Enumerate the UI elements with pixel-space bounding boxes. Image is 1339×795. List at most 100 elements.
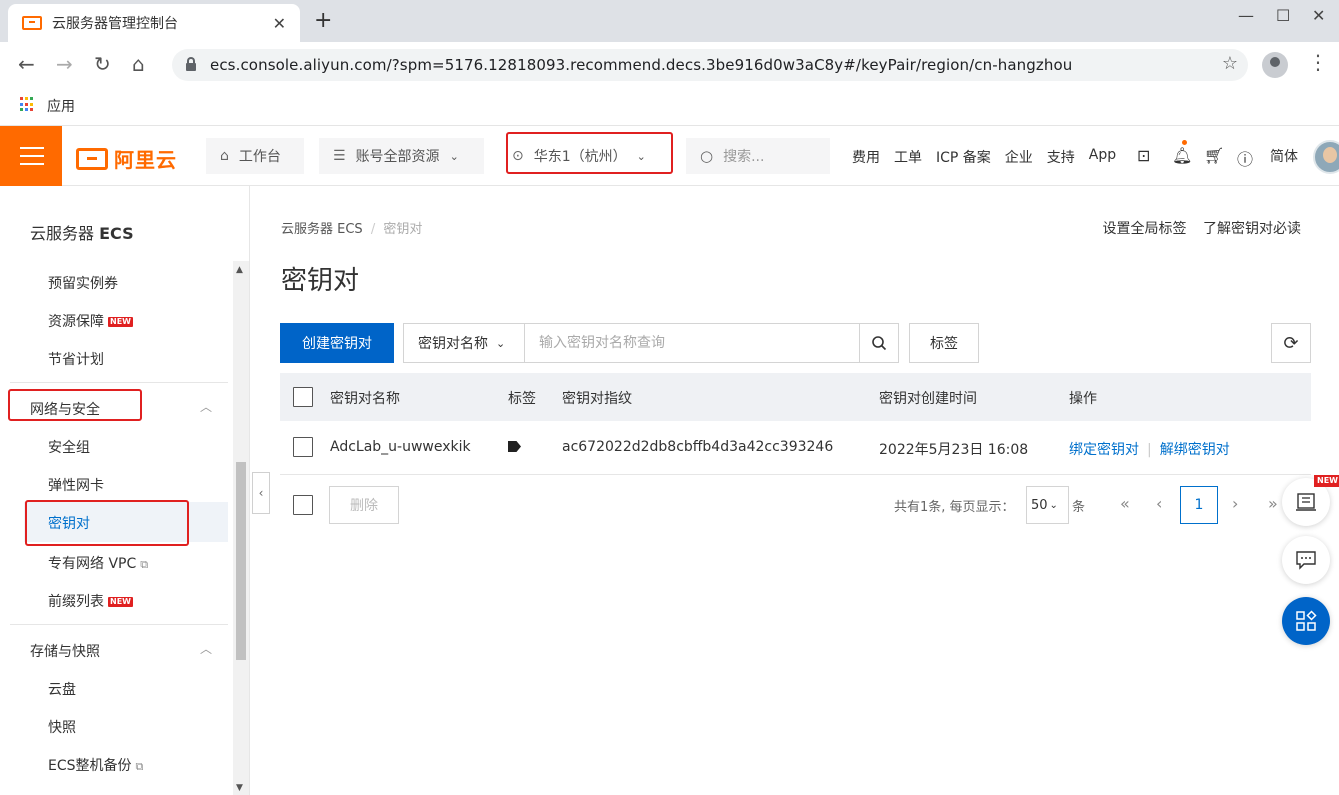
language-switch[interactable]: 简体 xyxy=(1270,146,1298,166)
browser-menu-icon[interactable]: ⋮ xyxy=(1308,50,1328,74)
external-link-icon: ⧉ xyxy=(140,558,149,571)
user-avatar[interactable] xyxy=(1313,140,1339,174)
search-button[interactable] xyxy=(859,323,899,363)
select-all-checkbox[interactable] xyxy=(293,387,313,407)
sidebar-title-bold: ECS xyxy=(99,224,134,243)
apps-grid-icon[interactable] xyxy=(20,97,35,112)
page-top-links: 设置全局标签 了解密钥对必读 xyxy=(1091,218,1301,238)
scroll-up-icon[interactable]: ▲ xyxy=(236,265,243,275)
tab-title: 云服务器管理控制台 xyxy=(52,16,178,32)
nav-link-app[interactable]: App xyxy=(1089,147,1116,167)
breadcrumb-root[interactable]: 云服务器 ECS xyxy=(281,222,363,237)
chevron-up-icon[interactable]: ︿ xyxy=(200,398,212,415)
aliyun-logo[interactable]: 阿里云 xyxy=(76,144,177,173)
browser-tab[interactable]: 云服务器管理控制台 ✕ xyxy=(8,4,300,42)
action-separator: | xyxy=(1147,442,1152,458)
key-pair-name: AdcLab_u-uwwexkik xyxy=(330,439,471,455)
home-icon[interactable]: ⌂ xyxy=(132,52,145,76)
bookmarks-bar: 应用 xyxy=(0,88,1339,126)
float-apps-button[interactable] xyxy=(1282,597,1330,645)
sidebar-item-disk[interactable]: 云盘 xyxy=(48,679,76,699)
chevron-down-icon: ⌄ xyxy=(496,336,506,350)
reload-icon[interactable]: ↻ xyxy=(94,52,111,76)
page-size-value: 50 xyxy=(1031,497,1048,513)
cart-icon[interactable]: 🛒︎ xyxy=(1204,146,1224,165)
nav-link-ticket[interactable]: 工单 xyxy=(894,147,922,167)
column-header-fingerprint: 密钥对指纹 xyxy=(562,391,632,407)
tag-filter-button[interactable]: 标签 xyxy=(909,323,979,363)
bind-key-pair-link[interactable]: 绑定密钥对 xyxy=(1069,442,1139,458)
sidebar-group-storage[interactable]: 存储与快照 xyxy=(30,641,100,661)
table-footer: 删除 共有1条, 每页显示： 50 ⌄ 条 « ‹ 1 › » xyxy=(280,475,1311,535)
prev-page-icon[interactable]: ‹ xyxy=(1156,494,1162,513)
chevron-up-icon[interactable]: ︿ xyxy=(200,640,212,657)
pagination-unit: 条 xyxy=(1072,500,1086,515)
nav-link-enterprise[interactable]: 企业 xyxy=(1005,147,1033,167)
search-field-select[interactable]: 密钥对名称 ⌄ xyxy=(403,323,525,363)
search-field-label: 密钥对名称 xyxy=(418,336,488,352)
minimize-icon[interactable]: — xyxy=(1238,6,1254,25)
global-search-input[interactable]: ○ 搜索... xyxy=(686,138,830,174)
notification-bell-icon[interactable]: 🔔︎ xyxy=(1172,146,1192,165)
resource-group-select[interactable]: ☰ 账号全部资源 ⌄ xyxy=(319,138,484,174)
sidebar-item-ecs-backup[interactable]: ECS整机备份 ⧉ xyxy=(48,755,143,775)
key-pair-search-input[interactable] xyxy=(524,323,860,363)
bookmark-star-icon[interactable]: ☆ xyxy=(1222,53,1238,74)
tag-icon[interactable] xyxy=(508,441,521,452)
hamburger-menu-icon[interactable] xyxy=(0,126,62,186)
page-size-select[interactable]: 50 ⌄ xyxy=(1026,486,1069,524)
nav-link-fee[interactable]: 费用 xyxy=(852,147,880,167)
nav-link-support[interactable]: 支持 xyxy=(1047,147,1075,167)
next-page-icon[interactable]: › xyxy=(1232,494,1238,513)
scroll-down-icon[interactable]: ▼ xyxy=(236,783,243,793)
float-feedback-button[interactable] xyxy=(1282,536,1330,584)
delete-button[interactable]: 删除 xyxy=(329,486,399,524)
first-page-icon[interactable]: « xyxy=(1120,494,1130,513)
network-security-highlight xyxy=(8,389,142,421)
aliyun-favicon-icon xyxy=(22,16,42,30)
cloud-shell-icon[interactable]: ⊡ xyxy=(1137,146,1150,165)
aliyun-logo-icon xyxy=(76,147,108,170)
maximize-icon[interactable]: ☐ xyxy=(1276,6,1290,25)
apps-bookmark[interactable]: 应用 xyxy=(47,96,75,116)
profile-icon[interactable] xyxy=(1262,52,1288,78)
back-icon[interactable]: ← xyxy=(18,52,35,76)
sidebar-item-label: 资源保障 xyxy=(48,314,104,330)
top-links: 费用 工单 ICP 备案 企业 支持 App xyxy=(852,147,1130,167)
sidebar-scroll-thumb[interactable] xyxy=(236,462,246,660)
key-pair-guide-link[interactable]: 了解密钥对必读 xyxy=(1203,221,1301,237)
lock-icon[interactable] xyxy=(186,57,196,71)
window-close-icon[interactable]: ✕ xyxy=(1312,6,1325,25)
nav-link-icp[interactable]: ICP 备案 xyxy=(936,147,991,167)
unbind-key-pair-link[interactable]: 解绑密钥对 xyxy=(1160,442,1230,458)
sidebar-item-snapshot[interactable]: 快照 xyxy=(48,717,76,737)
sidebar-item-eni[interactable]: 弹性网卡 xyxy=(48,475,104,495)
sidebar-item-resource-guarantee[interactable]: 资源保障 NEW xyxy=(48,311,133,331)
new-badge: NEW xyxy=(108,597,133,607)
sidebar-item-security-group[interactable]: 安全组 xyxy=(48,437,90,457)
url-text[interactable]: ecs.console.aliyun.com/?spm=5176.1281809… xyxy=(210,56,1072,74)
refresh-icon[interactable]: ⟳ xyxy=(1271,323,1311,363)
external-link-icon: ⧉ xyxy=(135,760,144,773)
tab-close-icon[interactable]: ✕ xyxy=(273,14,286,33)
breadcrumb: 云服务器 ECS / 密钥对 xyxy=(281,218,422,237)
sidebar-collapse-icon[interactable]: ‹ xyxy=(252,472,270,514)
sidebar-item-vpc[interactable]: 专有网络 VPC ⧉ xyxy=(48,553,148,573)
global-tag-link[interactable]: 设置全局标签 xyxy=(1103,221,1187,237)
forward-icon[interactable]: → xyxy=(56,52,73,76)
help-icon[interactable]: ⓘ xyxy=(1237,146,1253,170)
sidebar-item-prefix-list[interactable]: 前缀列表 NEW xyxy=(48,591,133,611)
workbench-label: 工作台 xyxy=(238,149,281,165)
create-key-pair-button[interactable]: 创建密钥对 xyxy=(280,323,394,363)
workbench-button[interactable]: ⌂ 工作台 xyxy=(206,138,304,174)
sidebar-item-reserved[interactable]: 预留实例券 xyxy=(48,273,118,293)
logo-text: 阿里云 xyxy=(114,148,177,172)
new-tab-button[interactable]: + xyxy=(314,8,332,33)
current-page-button[interactable]: 1 xyxy=(1180,486,1218,524)
column-header-actions: 操作 xyxy=(1069,391,1097,407)
sidebar-item-saving-plan[interactable]: 节省计划 xyxy=(48,349,104,369)
row-checkbox[interactable] xyxy=(293,437,313,457)
last-page-icon[interactable]: » xyxy=(1268,494,1278,513)
footer-select-all-checkbox[interactable] xyxy=(293,495,313,515)
omnibox[interactable]: ecs.console.aliyun.com/?spm=5176.1281809… xyxy=(172,49,1248,81)
